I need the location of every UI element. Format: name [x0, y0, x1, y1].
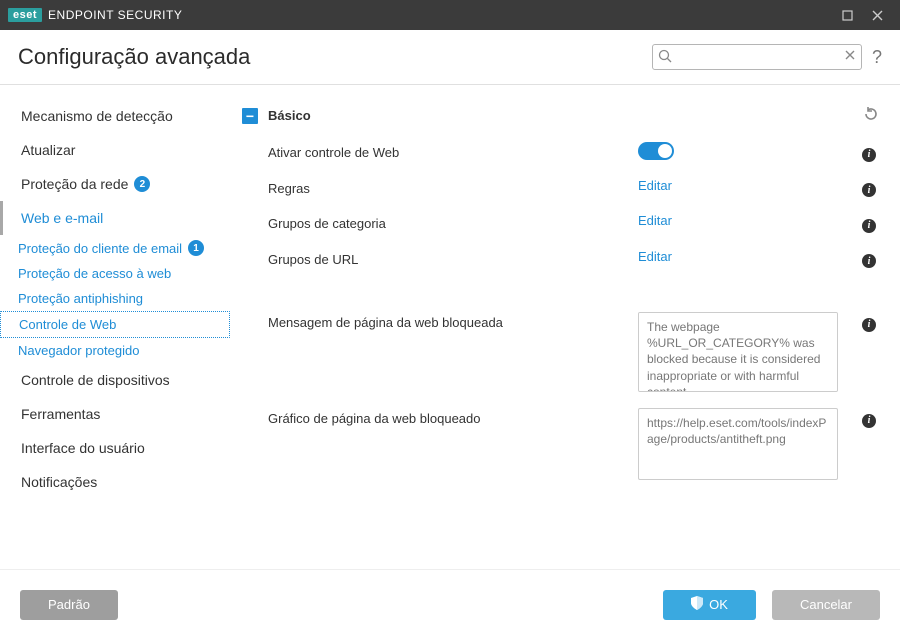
- nav-label: Atualizar: [21, 142, 75, 158]
- subnav-antiphishing[interactable]: Proteção antiphishing: [0, 286, 230, 311]
- nav-detection-engine[interactable]: Mecanismo de detecção: [0, 99, 230, 133]
- product-name: ENDPOINT SECURITY: [48, 8, 182, 22]
- setting-label: Gráfico de página da web bloqueado: [268, 408, 638, 426]
- subnav-web-control[interactable]: Controle de Web: [0, 311, 230, 338]
- setting-label: Grupos de URL: [268, 249, 638, 267]
- sidebar: Mecanismo de detecção Atualizar Proteção…: [0, 85, 230, 569]
- edit-url-groups-link[interactable]: Editar: [638, 249, 672, 264]
- setting-label: Grupos de categoria: [268, 213, 638, 231]
- footer: Padrão OK Cancelar: [0, 569, 900, 639]
- revert-button[interactable]: [862, 105, 880, 126]
- setting-label: Regras: [268, 178, 638, 196]
- nav-label: Mecanismo de detecção: [21, 108, 173, 124]
- notification-badge: 2: [134, 176, 150, 192]
- window-close-button[interactable]: [862, 0, 892, 30]
- body: Mecanismo de detecção Atualizar Proteção…: [0, 85, 900, 569]
- row-blocked-page-message: Mensagem de página da web bloqueada i: [238, 304, 884, 400]
- info-icon[interactable]: i: [862, 318, 876, 332]
- row-enable-web-control: Ativar controle de Web i: [238, 134, 884, 170]
- cancel-button[interactable]: Cancelar: [772, 590, 880, 620]
- content-panel: − Básico Ativar controle de Web i Regras…: [230, 85, 900, 569]
- nav-network-protection[interactable]: Proteção da rede 2: [0, 167, 230, 201]
- subnav-protected-browser[interactable]: Navegador protegido: [0, 338, 230, 363]
- blocked-graphic-textarea[interactable]: [638, 408, 838, 480]
- brand: eset ENDPOINT SECURITY: [8, 8, 182, 22]
- setting-label: Mensagem de página da web bloqueada: [268, 312, 638, 330]
- section-header-basic: − Básico: [238, 97, 884, 134]
- nav-web-and-email[interactable]: Web e e-mail: [0, 201, 230, 235]
- window-maximize-button[interactable]: [832, 0, 862, 30]
- ok-button[interactable]: OK: [663, 590, 756, 620]
- subnav-label: Proteção do cliente de email: [18, 241, 182, 256]
- section-title: Básico: [268, 108, 852, 123]
- default-button[interactable]: Padrão: [20, 590, 118, 620]
- setting-label: Ativar controle de Web: [268, 142, 638, 160]
- ok-label: OK: [709, 597, 728, 612]
- row-blocked-page-graphic: Gráfico de página da web bloqueado i: [238, 400, 884, 488]
- search-icon: [658, 49, 672, 66]
- row-url-groups: Grupos de URL Editar i: [238, 241, 884, 277]
- subnav-label: Proteção de acesso à web: [18, 266, 171, 281]
- subnav-label: Controle de Web: [19, 317, 116, 332]
- search-clear-button[interactable]: [844, 49, 856, 64]
- toggle-enable-web-control[interactable]: [638, 142, 674, 160]
- titlebar: eset ENDPOINT SECURITY: [0, 0, 900, 30]
- info-icon[interactable]: i: [862, 183, 876, 197]
- nav-subgroup-web-email: Proteção do cliente de email 1 Proteção …: [0, 235, 230, 363]
- info-icon[interactable]: i: [862, 414, 876, 428]
- nav-notifications[interactable]: Notificações: [0, 465, 230, 499]
- collapse-toggle[interactable]: −: [242, 108, 258, 124]
- nav-label: Interface do usuário: [21, 440, 145, 456]
- subnav-web-access-protection[interactable]: Proteção de acesso à web: [0, 261, 230, 286]
- shield-icon: [691, 596, 703, 613]
- subnav-email-client-protection[interactable]: Proteção do cliente de email 1: [0, 235, 230, 261]
- nav-device-control[interactable]: Controle de dispositivos: [0, 363, 230, 397]
- page-title: Configuração avançada: [18, 44, 250, 70]
- brand-box: eset: [8, 8, 42, 22]
- maximize-icon: [842, 10, 853, 21]
- nav-label: Controle de dispositivos: [21, 372, 170, 388]
- nav-label: Notificações: [21, 474, 97, 490]
- row-category-groups: Grupos de categoria Editar i: [238, 205, 884, 241]
- subnav-label: Navegador protegido: [18, 343, 139, 358]
- info-icon[interactable]: i: [862, 148, 876, 162]
- search-field[interactable]: [652, 44, 862, 70]
- notification-badge: 1: [188, 240, 204, 256]
- clear-icon: [844, 49, 856, 61]
- info-icon[interactable]: i: [862, 254, 876, 268]
- revert-icon: [862, 105, 880, 123]
- header: Configuração avançada ?: [0, 30, 900, 85]
- edit-category-groups-link[interactable]: Editar: [638, 213, 672, 228]
- nav-label: Ferramentas: [21, 406, 100, 422]
- blocked-message-textarea[interactable]: [638, 312, 838, 392]
- row-rules: Regras Editar i: [238, 170, 884, 206]
- nav-user-interface[interactable]: Interface do usuário: [0, 431, 230, 465]
- info-icon[interactable]: i: [862, 219, 876, 233]
- nav-label: Proteção da rede: [21, 176, 128, 192]
- close-icon: [872, 10, 883, 21]
- nav-tools[interactable]: Ferramentas: [0, 397, 230, 431]
- help-button[interactable]: ?: [872, 47, 882, 68]
- nav-label: Web e e-mail: [21, 210, 103, 226]
- subnav-label: Proteção antiphishing: [18, 291, 143, 306]
- nav-update[interactable]: Atualizar: [0, 133, 230, 167]
- search-input[interactable]: [652, 44, 862, 70]
- edit-rules-link[interactable]: Editar: [638, 178, 672, 193]
